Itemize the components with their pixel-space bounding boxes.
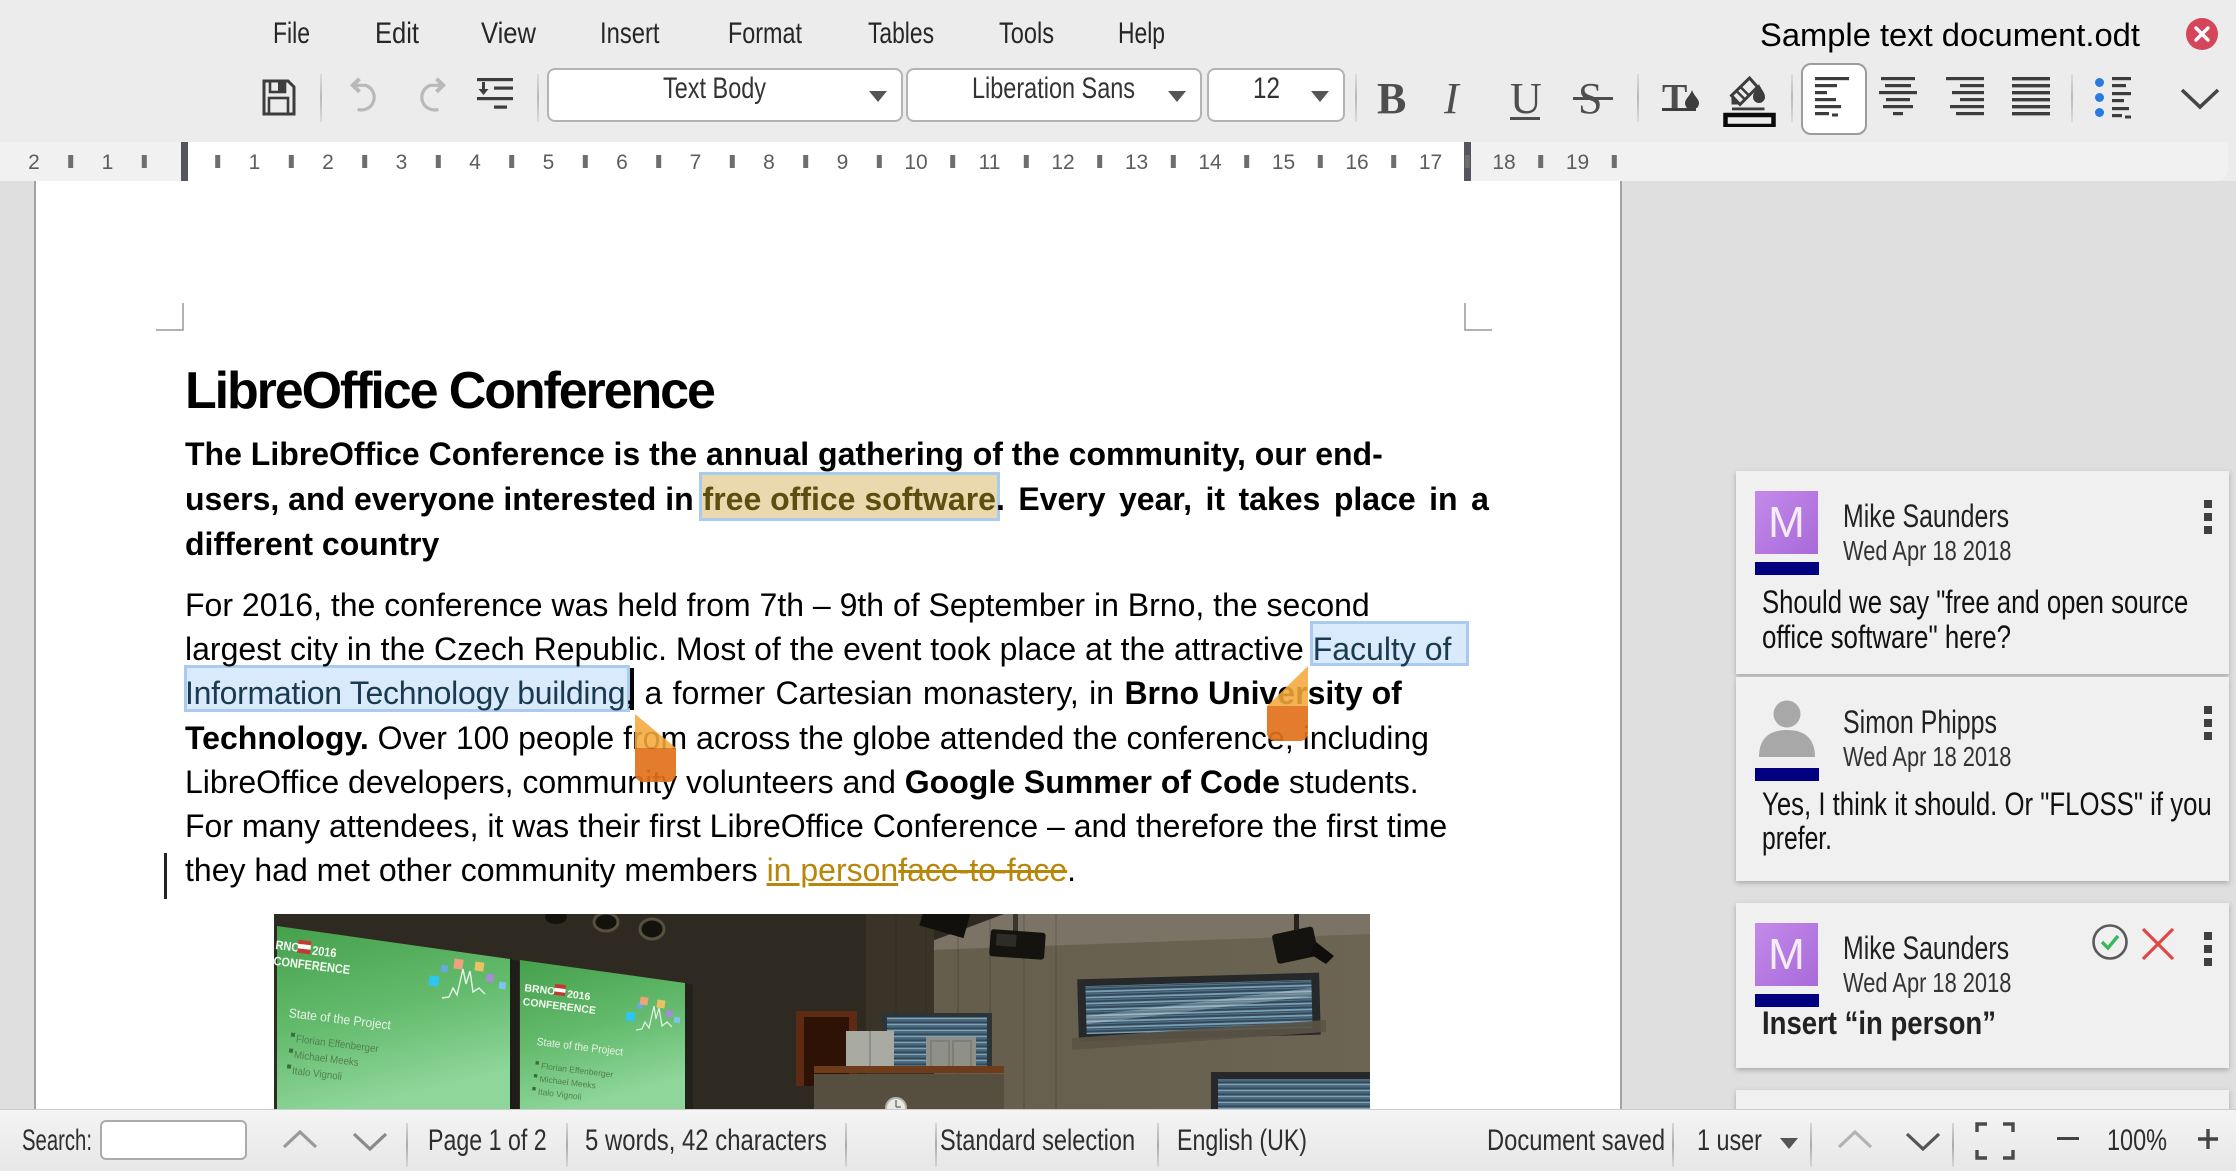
svg-text:12: 12 (1051, 151, 1074, 174)
svg-text:9: 9 (837, 151, 849, 174)
svg-text:13: 13 (1125, 151, 1148, 174)
svg-text:2: 2 (322, 151, 334, 174)
svg-text:16: 16 (1345, 151, 1368, 174)
svg-text:10: 10 (904, 151, 927, 174)
svg-text:11: 11 (979, 151, 1001, 174)
svg-text:14: 14 (1198, 151, 1222, 174)
svg-text:15: 15 (1272, 151, 1295, 174)
svg-text:RNO: RNO (275, 938, 301, 955)
svg-text:6: 6 (616, 151, 628, 174)
svg-text:4: 4 (469, 151, 481, 174)
svg-text:7: 7 (690, 151, 702, 174)
svg-text:1: 1 (102, 151, 114, 174)
svg-text:5: 5 (543, 151, 555, 174)
svg-text:8: 8 (763, 151, 775, 174)
svg-text:2: 2 (28, 151, 40, 174)
svg-text:17: 17 (1419, 151, 1442, 174)
svg-text:3: 3 (396, 151, 408, 174)
svg-text:19: 19 (1566, 151, 1589, 174)
svg-text:18: 18 (1492, 151, 1515, 174)
svg-text:1: 1 (249, 151, 261, 174)
